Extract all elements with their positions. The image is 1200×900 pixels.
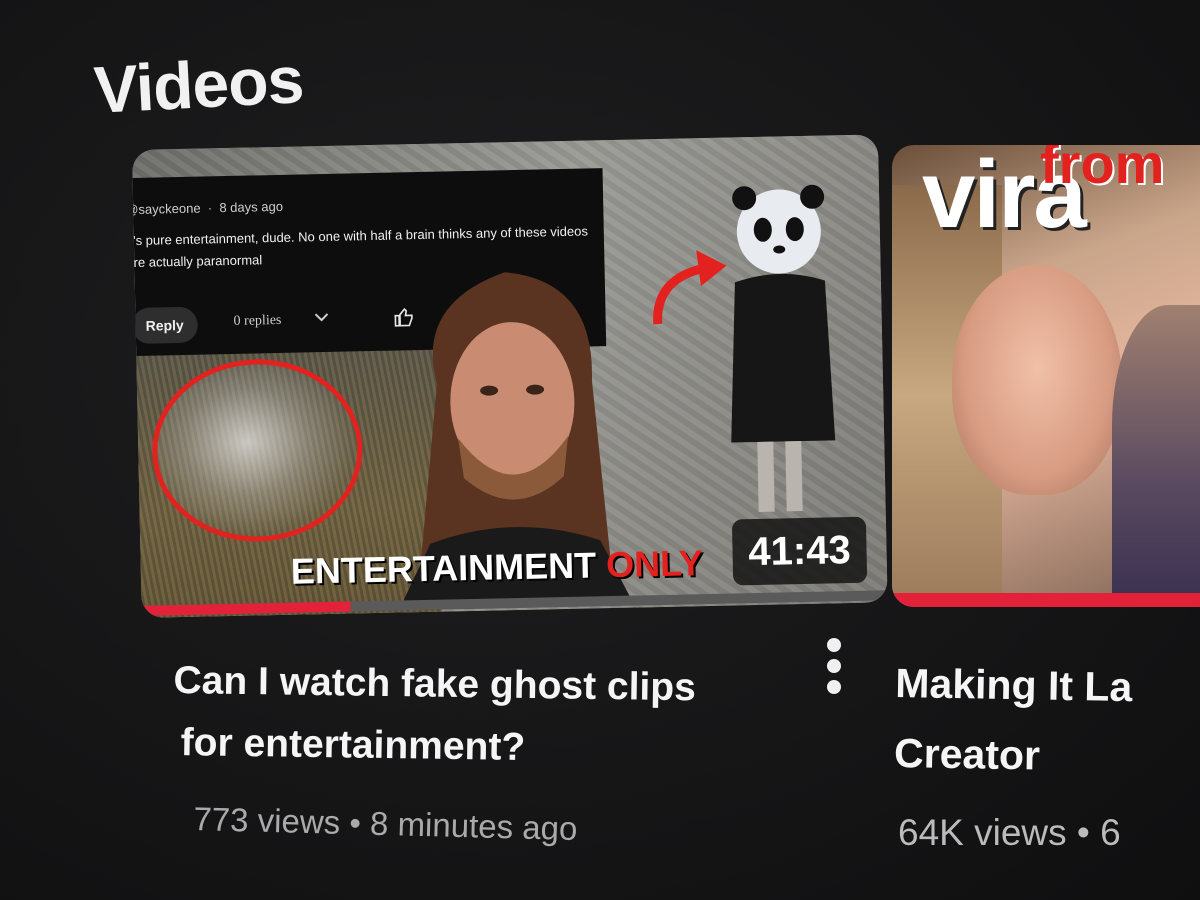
- section-title: Videos: [92, 42, 305, 127]
- view-count-2: 64K views: [898, 812, 1067, 853]
- curved-arrow-icon: [653, 250, 727, 325]
- comment-age: 8 days ago: [219, 198, 284, 216]
- video-title-line2[interactable]: for entertainment?: [172, 712, 773, 782]
- comment-replies-label: 0 replies: [233, 312, 282, 329]
- video-title-line1[interactable]: Can I watch fake ghost clips: [173, 650, 774, 720]
- watch-progress-bar-2: [892, 593, 1200, 607]
- video-title-2-line1[interactable]: Making It La: [895, 648, 1200, 724]
- upload-age: 8 minutes ago: [369, 804, 578, 848]
- duration-badge: 41:43: [731, 516, 868, 586]
- video-title[interactable]: Can I watch fake ghost clips for enterta…: [172, 650, 774, 782]
- video-metadata-2: 64K views • 6: [898, 812, 1200, 854]
- video-thumbnail-2[interactable]: vira from: [892, 145, 1200, 607]
- video-metadata: 773 views • 8 minutes ago: [193, 800, 578, 848]
- video-title-2[interactable]: Making It La Creator: [894, 648, 1200, 794]
- view-count: 773 views: [193, 800, 341, 841]
- more-vert-icon[interactable]: [822, 638, 846, 702]
- video-title-2-line2[interactable]: Creator: [894, 718, 1200, 794]
- meta-separator-2: •: [1076, 812, 1090, 853]
- overlay-text-white: ENTERTAINMENT: [290, 544, 607, 592]
- video-thumbnail[interactable]: @sayckeone · 8 days ago It's pure entert…: [132, 134, 888, 618]
- upload-age-2: 6: [1100, 812, 1121, 853]
- comment-reply-button: Reply: [132, 306, 199, 345]
- panda-mask-figure: [731, 184, 836, 512]
- thumbnail-second-person: [1112, 305, 1200, 605]
- overlay-text-red: ONLY: [605, 542, 704, 586]
- thumbnail-overlay-text-2-red: from: [1040, 145, 1165, 195]
- comment-author: @sayckeone: [132, 200, 201, 218]
- chevron-down-icon: [313, 310, 329, 328]
- meta-separator: •: [348, 804, 362, 842]
- thumbnail-person-face: [952, 265, 1122, 495]
- thumbnail-overlay-text: ENTERTAINMENT ONLY: [290, 542, 703, 593]
